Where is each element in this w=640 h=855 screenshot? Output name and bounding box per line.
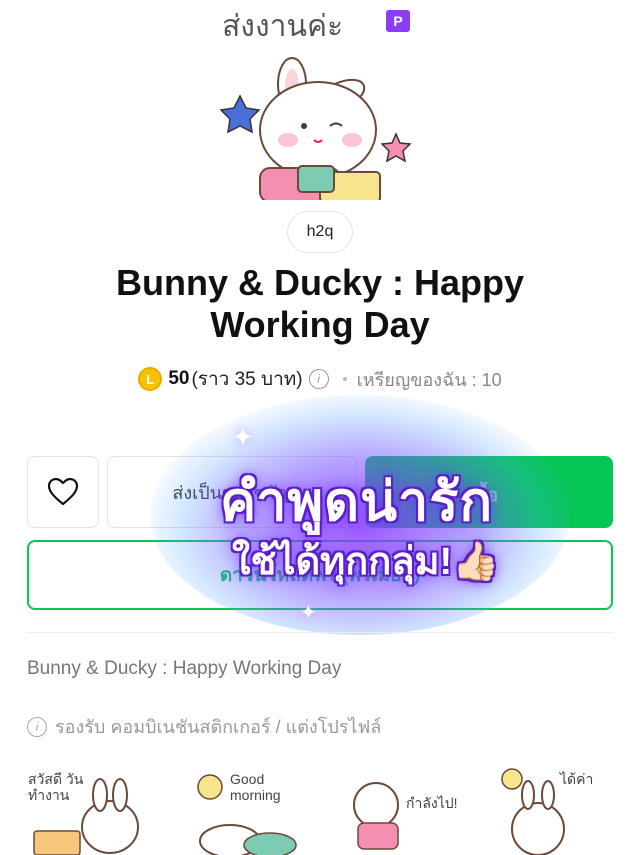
sticker-caption: ส่งงานค่ะ bbox=[222, 9, 343, 44]
promo-subheadline: ใช้ได้ทุกกลุ่ม!👍🏻 bbox=[232, 541, 500, 583]
price-approx: (ราว 35 บาท) bbox=[191, 369, 303, 390]
sticker-thumbnail[interactable]: Good morning bbox=[180, 765, 310, 855]
sparkle-icon: ✦ bbox=[232, 422, 254, 452]
thumbnail-caption: ได้ค่า bbox=[560, 771, 594, 787]
price-amount: 50 bbox=[168, 368, 190, 389]
support-text: รองรับ คอมบิเนชันสติกเกอร์ / แต่งโปรไฟล์ bbox=[55, 717, 382, 737]
my-coins-balance: เหรียญของฉัน : 10 bbox=[356, 369, 502, 390]
info-icon: i bbox=[27, 716, 47, 737]
sticker-description: Bunny & Ducky : Happy Working Day bbox=[27, 658, 342, 679]
coin-icon: L bbox=[138, 367, 163, 391]
thumbnail-caption: Good morning bbox=[230, 771, 281, 803]
thumbnail-caption: กำลังไป! bbox=[406, 795, 458, 811]
premium-badge: P bbox=[386, 10, 410, 32]
price-row: L 50 (ราว 35 บาท) i เหรียญของฉัน : 10 bbox=[0, 364, 640, 394]
sticker-thumbnail[interactable]: สวัสดี วันทำงาน bbox=[20, 765, 150, 855]
thumbnail-caption: สวัสดี วันทำงาน bbox=[28, 771, 84, 803]
separator-dot bbox=[342, 377, 347, 381]
sticker-preview-grid: สวัสดี วันทำงาน Good morning กำลังไป! ได… bbox=[0, 765, 640, 855]
sticker-title: Bunny & Ducky : Happy Working Day bbox=[115, 262, 525, 345]
sticker-thumbnail[interactable]: ได้ค่า bbox=[498, 765, 628, 855]
sticker-thumbnail[interactable]: กำลังไป! bbox=[340, 765, 470, 855]
sparkle-icon: ✦ bbox=[300, 602, 317, 624]
support-info: i รองรับ คอมบิเนชันสติกเกอร์ / แต่งโปรไฟ… bbox=[27, 712, 381, 741]
heart-icon bbox=[48, 478, 78, 506]
author-link[interactable]: h2q bbox=[287, 211, 353, 253]
info-icon[interactable]: i bbox=[308, 369, 329, 389]
section-divider bbox=[27, 632, 613, 633]
favorite-button[interactable] bbox=[27, 456, 99, 528]
